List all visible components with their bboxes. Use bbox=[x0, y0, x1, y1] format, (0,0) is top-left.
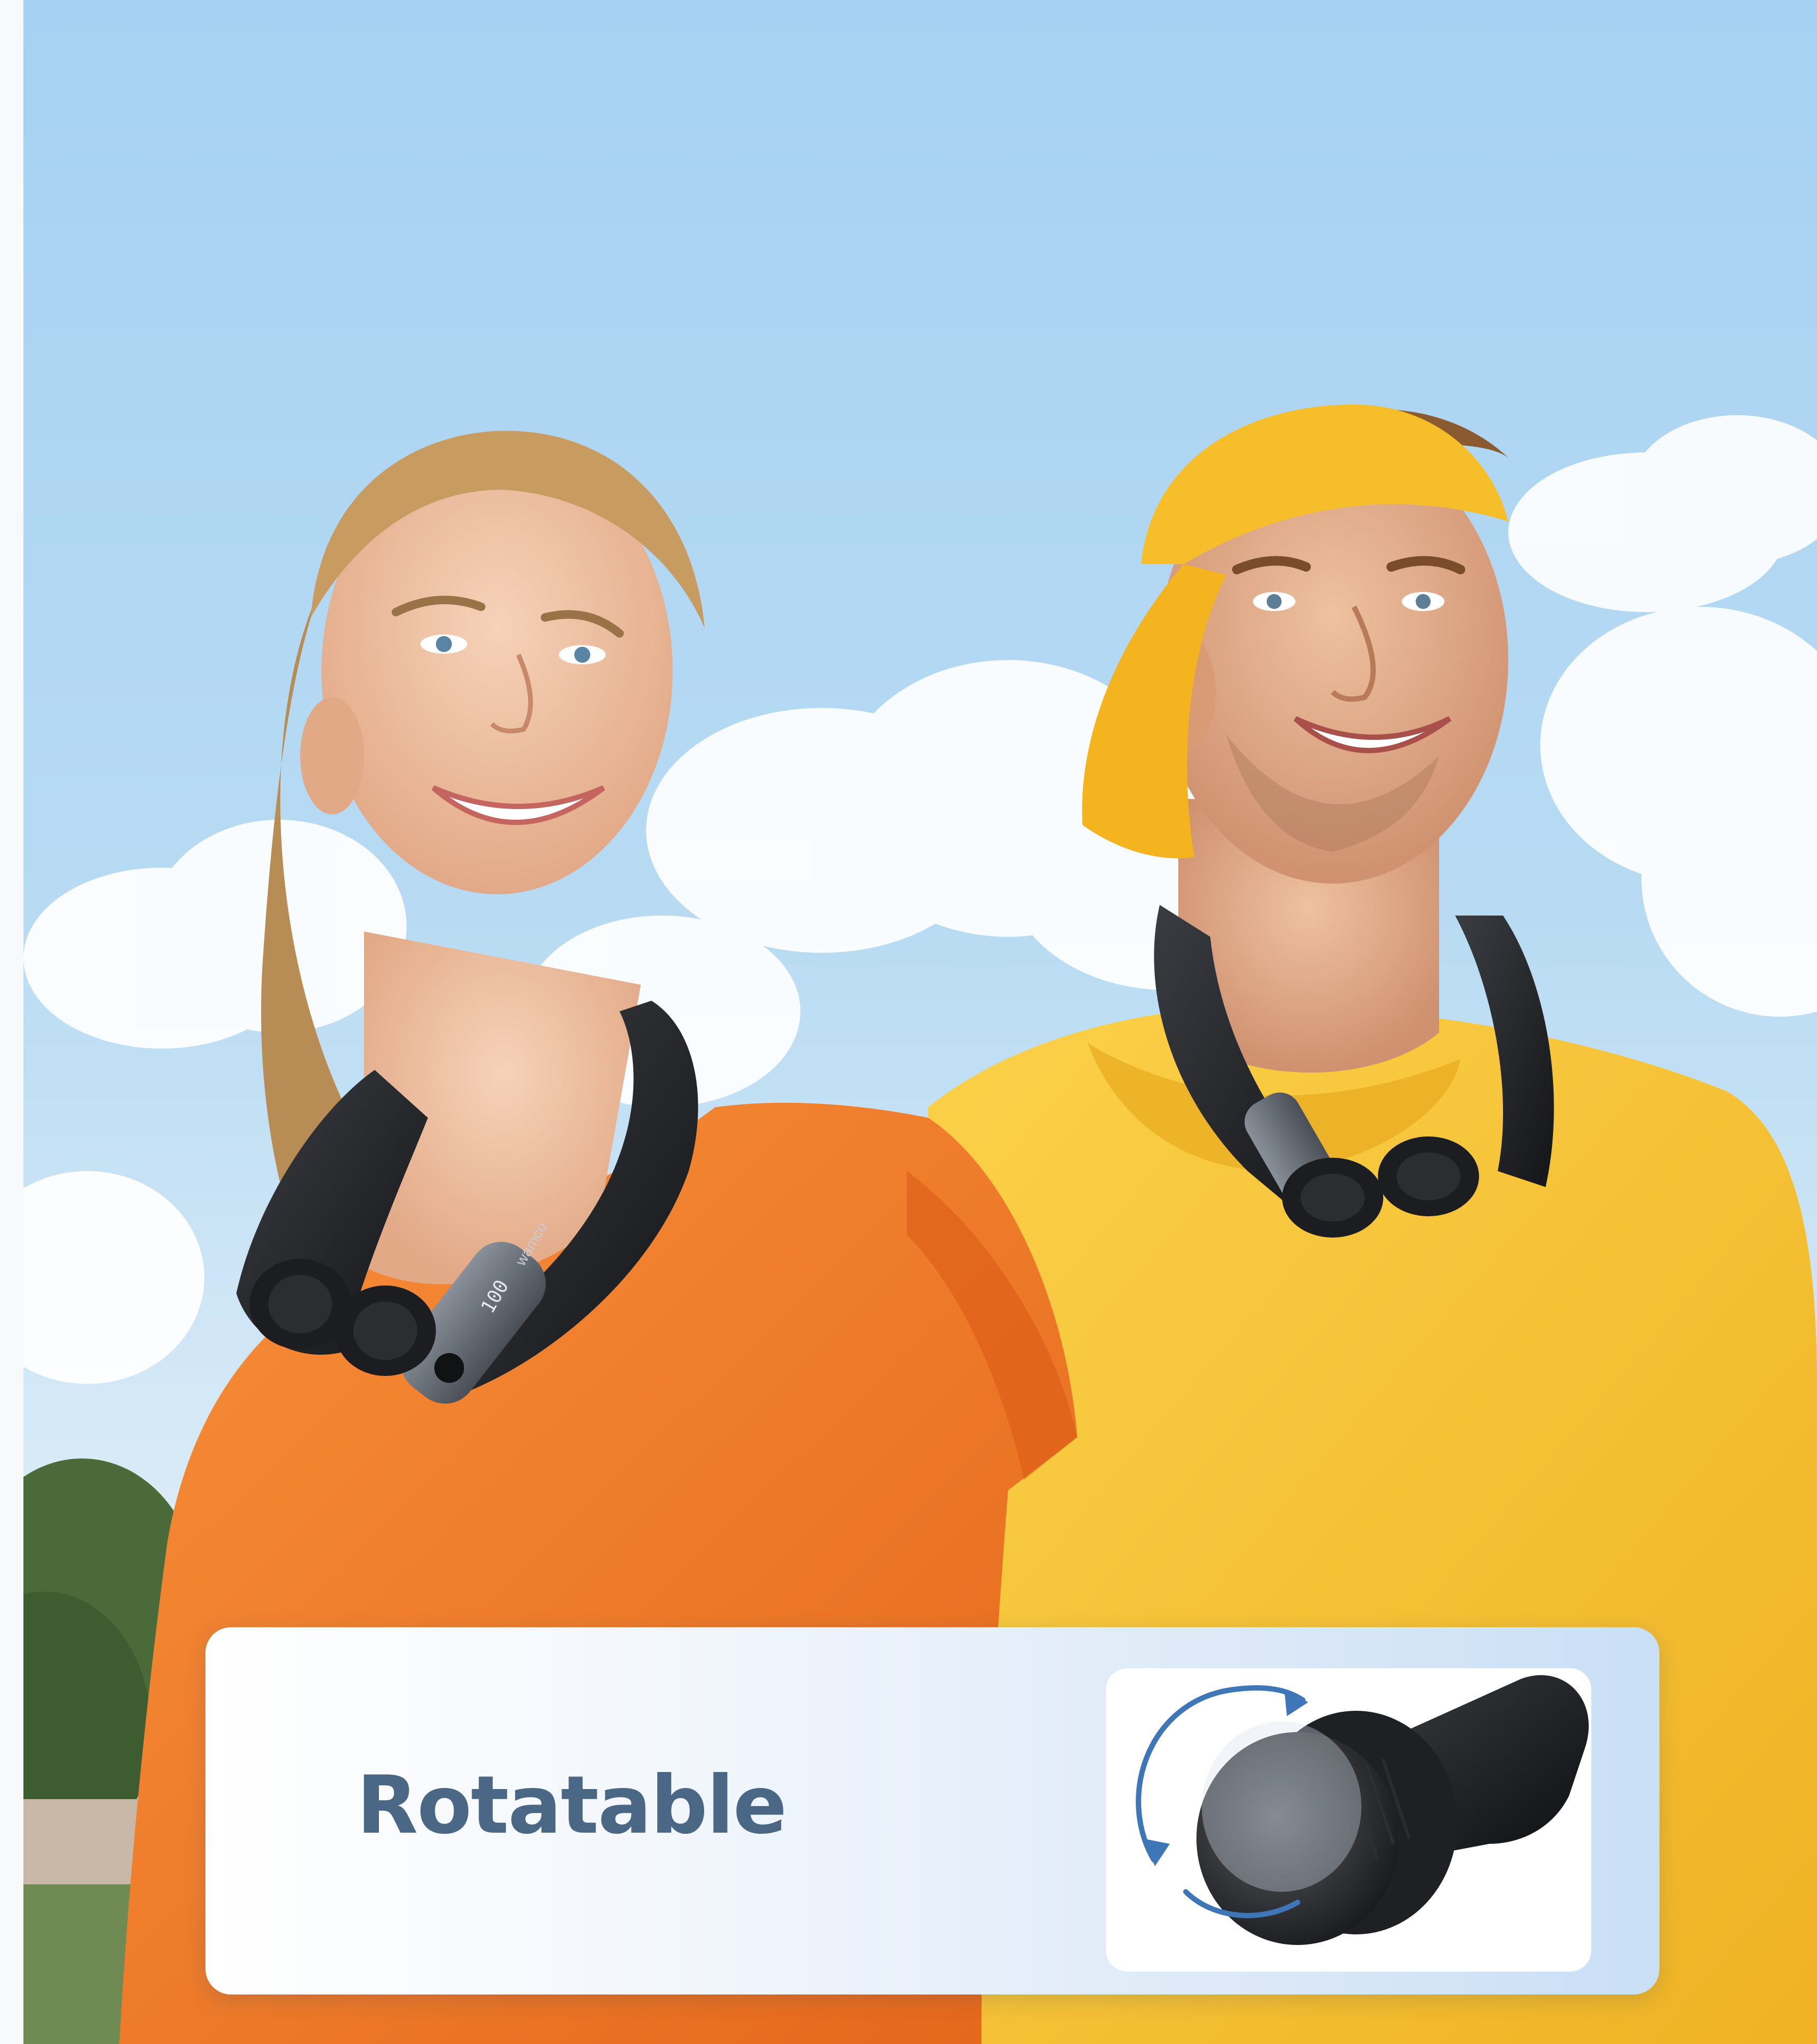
feature-label: Rotatable bbox=[357, 1759, 787, 1852]
product-closeup bbox=[1106, 1668, 1591, 1972]
feature-card: Rotatable bbox=[205, 1627, 1659, 1994]
left-margin-strip bbox=[0, 0, 23, 2044]
product-feature-image: 100 wamco Rotatable bbox=[0, 0, 1817, 2044]
